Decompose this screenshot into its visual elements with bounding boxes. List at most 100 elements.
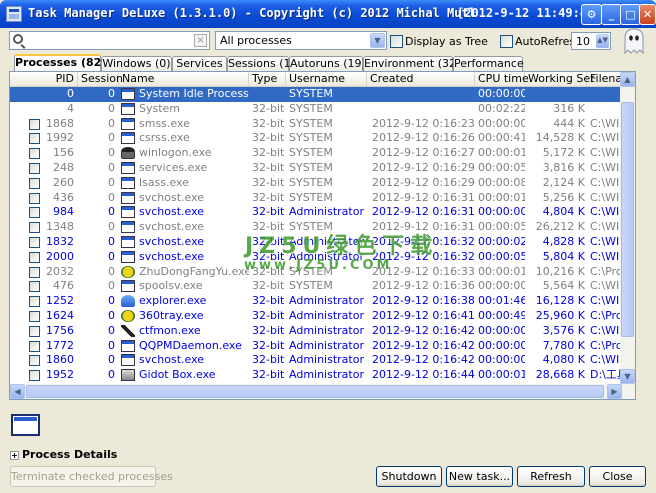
- cell-name: smss.exe: [139, 116, 190, 130]
- scroll-right-icon[interactable]: ▶: [607, 384, 622, 399]
- terminate-checked-button[interactable]: Terminate checked processes: [10, 466, 173, 487]
- table-row[interactable]: 156 0 winlogon.exe 32-bit SYSTEM 2012-9-12 0:…: [10, 146, 635, 161]
- clear-search-icon[interactable]: ×: [194, 34, 207, 47]
- column-header-created[interactable]: Created: [367, 72, 475, 87]
- column-header-cpu-time[interactable]: CPU time: [475, 72, 529, 87]
- column-header-working-set[interactable]: Working Set: [525, 72, 594, 87]
- tab-environment[interactable]: Environment (32): [363, 56, 460, 72]
- cell-name: svchost.exe: [139, 190, 205, 204]
- cell-name: services.exe: [139, 160, 208, 174]
- table-row[interactable]: 1868 0 smss.exe 32-bit SYSTEM 2012-9-12 0:16:…: [10, 116, 635, 132]
- process-filter-select[interactable]: All processes ▼: [215, 31, 387, 50]
- cell-session: 0: [108, 264, 115, 278]
- cell-session: 0: [108, 279, 115, 293]
- table-row[interactable]: 436 0 svchost.exe 32-bit SYSTEM 2012-9-12 0:1…: [10, 190, 635, 206]
- close-button[interactable]: Close: [589, 466, 646, 487]
- scroll-down-icon[interactable]: ▼: [620, 369, 635, 384]
- tab-windows[interactable]: Windows (0): [101, 56, 172, 72]
- minimize-button[interactable]: _: [601, 4, 622, 25]
- cell-created: 2012-9-12 0:16:42: [372, 323, 475, 337]
- table-row[interactable]: 476 0 spoolsv.exe 32-bit SYSTEM 2012-9-12 0:1…: [10, 279, 635, 294]
- tab-services[interactable]: Services: [172, 56, 227, 72]
- tab-processes[interactable]: Processes (82): [14, 54, 106, 72]
- tab-sessions[interactable]: Sessions (1): [227, 56, 295, 72]
- cell-working-set: 10,216 K: [535, 264, 585, 278]
- column-header-pid[interactable]: PID: [10, 72, 78, 87]
- cell-name: svchost.exe: [139, 205, 205, 219]
- shutdown-button[interactable]: Shutdown: [376, 466, 442, 487]
- cell-username: SYSTEM: [289, 175, 333, 189]
- table-row[interactable]: 260 0 lsass.exe 32-bit SYSTEM 2012-9-12 0:16:…: [10, 175, 635, 191]
- chevron-down-icon[interactable]: ▼: [370, 33, 385, 48]
- cell-name: winlogon.exe: [139, 146, 212, 160]
- refresh-button[interactable]: Refresh: [517, 466, 585, 487]
- app-icon: [6, 6, 22, 22]
- cell-username: SYSTEM: [289, 87, 333, 100]
- cell-cpu-time: 00:00:01: [478, 190, 525, 204]
- tab-performance[interactable]: Performance: [453, 56, 524, 72]
- scroll-left-icon[interactable]: ◀: [10, 384, 25, 399]
- new-task-button[interactable]: New task...: [446, 466, 513, 487]
- table-row[interactable]: 1772 0 QQPMDaemon.exe 32-bit Administrator 20…: [10, 339, 635, 354]
- cell-session: 0: [108, 323, 115, 337]
- window-icon: [121, 102, 135, 115]
- cell-cpu-time: 00:00:41: [478, 131, 525, 145]
- cell-created: 2012-9-12 0:16:29: [372, 160, 475, 174]
- watermark-url: www.JZ5U.COM: [244, 258, 393, 273]
- display-as-tree-label: Display as Tree: [405, 35, 488, 48]
- table-row[interactable]: 1860 0 svchost.exe 32-bit Administrator 2012-…: [10, 353, 635, 368]
- search-input[interactable]: ×: [9, 31, 210, 50]
- display-as-tree-checkbox[interactable]: [390, 35, 403, 48]
- process-details-toggle[interactable]: + Process Details: [10, 448, 117, 461]
- cell-username: SYSTEM: [289, 279, 333, 293]
- cell-username: SYSTEM: [289, 116, 333, 130]
- tab-autoruns[interactable]: Autoruns (19): [289, 56, 366, 72]
- cell-type: 32-bit: [252, 190, 285, 204]
- cell-type: 32-bit: [252, 308, 285, 322]
- close-window-button[interactable]: ✕: [639, 4, 656, 25]
- table-row[interactable]: 4 0 System 32-bit SYSTEM 00:02:22 316 K: [10, 101, 635, 117]
- ghost-icon[interactable]: [622, 27, 646, 55]
- cell-working-set: 28,668 K: [535, 368, 585, 382]
- column-header-session[interactable]: Session: [78, 72, 123, 87]
- cell-cpu-time: 00:00:05: [478, 249, 525, 263]
- column-header-type[interactable]: Type: [249, 72, 286, 87]
- options-icon[interactable]: ⚙: [581, 4, 602, 25]
- table-row[interactable]: 248 0 services.exe 32-bit SYSTEM 2012-9-12 0:…: [10, 160, 635, 176]
- expand-icon[interactable]: +: [10, 450, 19, 460]
- cell-cpu-time: 00:02:22: [478, 101, 525, 115]
- cell-username: Administrator: [289, 323, 364, 337]
- cell-created: 2012-9-12 0:16:23: [372, 116, 475, 130]
- autorefresh-checkbox[interactable]: [500, 35, 513, 48]
- table-row[interactable]: 1756 0 ctfmon.exe 32-bit Administrator 2012-9…: [10, 323, 635, 339]
- column-header-username[interactable]: Username: [286, 72, 367, 87]
- cell-created: 2012-9-12 0:16:29: [372, 175, 475, 189]
- cell-name: System Idle Process: [139, 87, 249, 100]
- vertical-scroll-thumb[interactable]: [621, 102, 634, 337]
- maximize-button[interactable]: □: [620, 4, 641, 25]
- cell-type: 32-bit: [252, 279, 285, 293]
- vertical-scrollbar[interactable]: ▲ ▼: [620, 72, 635, 399]
- table-row[interactable]: 1992 0 csrss.exe 32-bit SYSTEM 2012-9-12 0:16…: [10, 131, 635, 146]
- table-row[interactable]: 1952 0 Gidot Box.exe 32-bit Administrator 201…: [10, 368, 635, 383]
- cell-pid: 0: [67, 87, 74, 100]
- cell-pid: 1348: [46, 220, 74, 234]
- refresh-interval-input[interactable]: 10 ▲▼: [571, 32, 611, 50]
- horizontal-scroll-thumb[interactable]: [26, 385, 604, 398]
- table-row[interactable]: 0 0 System Idle Process SYSTEM 00:00:00: [10, 87, 635, 102]
- table-row[interactable]: 984 0 svchost.exe 32-bit Administrator 2012-9…: [10, 205, 635, 220]
- box-icon: [121, 369, 135, 382]
- cell-created: 2012-9-12 0:16:31: [372, 190, 475, 204]
- title-bar: Task Manager DeLuxe (1.3.1.0) - Copyrigh…: [0, 0, 656, 28]
- table-row[interactable]: 1624 0 360tray.exe 32-bit Administrator 2012-…: [10, 308, 635, 324]
- scroll-up-icon[interactable]: ▲: [620, 72, 635, 87]
- horizontal-scrollbar[interactable]: ◀ ▶: [10, 384, 622, 399]
- column-header-name[interactable]: Name: [119, 72, 249, 87]
- cell-pid: 1952: [46, 368, 74, 382]
- cell-working-set: 3,576 K: [542, 323, 585, 337]
- cell-session: 0: [108, 220, 115, 234]
- spin-arrows-icon[interactable]: ▲▼: [596, 34, 609, 48]
- cell-pid: 1832: [46, 234, 74, 248]
- table-row[interactable]: 1252 0 explorer.exe 32-bit Administrator 2012…: [10, 294, 635, 309]
- cell-created: 2012-9-12 0:16:27: [372, 146, 475, 160]
